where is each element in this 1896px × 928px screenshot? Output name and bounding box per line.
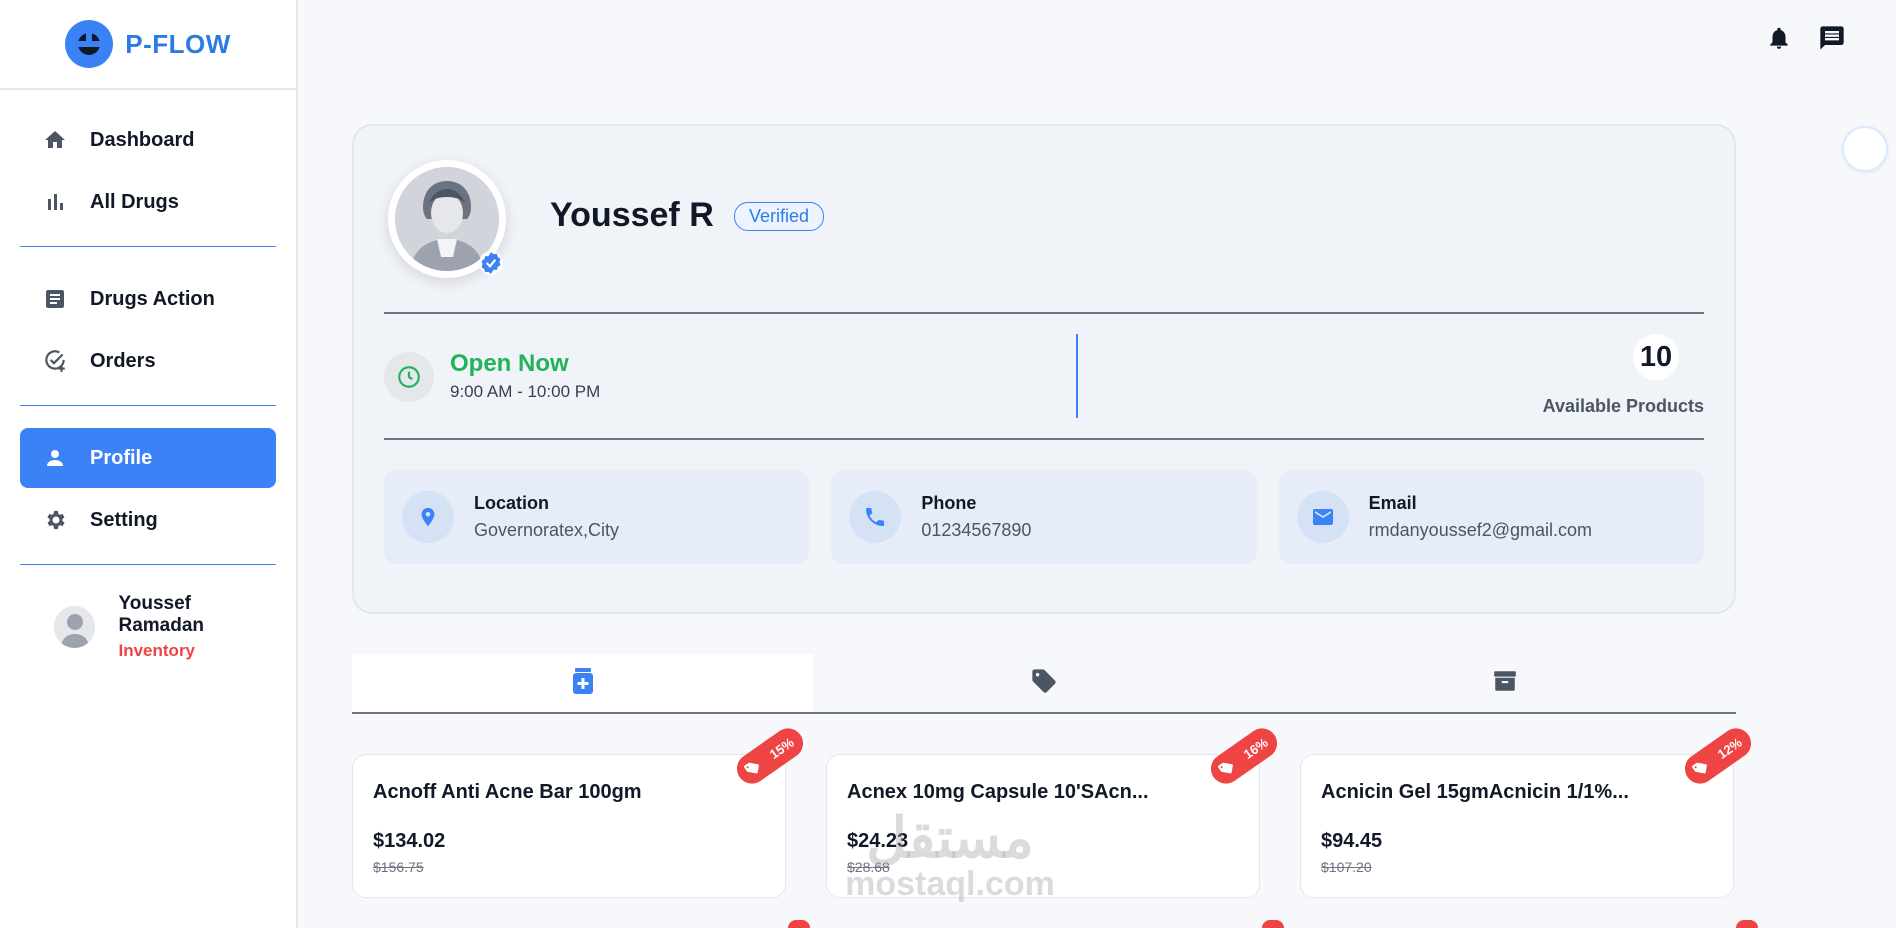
sidebar-item-label: Setting [90,508,158,531]
product-price: $24.23 [847,830,909,852]
tag-icon [1692,762,1707,774]
location-box: Location Governoratex,City [384,470,810,564]
product-price: $134.02 [373,830,446,852]
divider [384,312,1704,314]
sidebar-item-label: Profile [90,446,153,469]
sidebar-item-setting[interactable]: Setting [20,490,276,550]
user-info: Youssef Ramadan Inventory [119,593,277,661]
user-name: Youssef Ramadan [118,593,205,636]
email-value[interactable]: rmdanyoussef2@gmail.com [1369,520,1592,541]
products-count: 10 [1608,334,1704,380]
phone-box: Phone 01234567890 [831,470,1257,564]
medicine-bottle-icon [572,667,594,699]
person-icon [42,445,68,471]
tab-products[interactable] [352,654,814,712]
archive-icon [1492,668,1518,699]
document-icon [42,286,68,312]
moon-icon [1852,134,1878,165]
contact-info: Location Governoratex,City Phone 0123456… [384,470,1704,564]
email-title: Email [1368,493,1417,513]
discount-badge: 15% [731,722,809,790]
profile-avatar[interactable] [388,160,506,278]
sidebar-item-label: Orders [90,349,156,372]
products-count-value: 10 [1633,334,1679,380]
product-old-price: $107.20 [1321,859,1372,875]
user-role: Inventory [118,641,196,660]
tag-icon [744,762,759,774]
discount-badge-peek [1736,920,1758,928]
tab-offers[interactable] [813,654,1274,712]
vertical-divider [1076,334,1078,418]
nav-group: Profile Setting [20,406,276,565]
discount-badge: 12% [1679,722,1757,790]
profile-name: Youssef R [550,196,714,234]
open-status: Open Now [450,350,569,377]
nav-group: Dashboard All Drugs [20,90,276,247]
check-circle-add-icon [42,348,68,374]
product-name: Acnoff Anti Acne Bar 100gm [373,781,642,803]
product-list: 15% Acnoff Anti Acne Bar 100gm $134.02 $… [352,722,1757,898]
discount-badge-peek [788,920,810,928]
sidebar: P-FLOW Dashboard All Drugs Drugs Action … [0,0,298,928]
chat-icon[interactable] [1818,24,1848,54]
discount-value: 12% [1714,734,1745,762]
clock-icon [384,352,434,402]
product-old-price: $28.68 [847,859,890,875]
brand-logo[interactable]: P-FLOW [0,0,296,90]
tag-icon [1218,762,1233,774]
mail-icon [1296,491,1349,543]
sidebar-item-orders[interactable]: Orders [20,331,276,391]
product-card[interactable]: 12% Acnicin Gel 15gmAcnicin 1/1%... $94.… [1300,722,1757,898]
tab-archive[interactable] [1275,654,1736,712]
location-title: Location [474,493,549,513]
product-name: Acnicin Gel 15gmAcnicin 1/1%... [1321,781,1629,803]
sidebar-item-drugs-action[interactable]: Drugs Action [20,269,276,329]
email-box: Email rmdanyoussef2@gmail.com [1278,470,1704,564]
verified-badge: Verified [734,202,825,231]
discount-badge: 16% [1205,722,1283,790]
discount-value: 15% [766,734,797,762]
logo-icon [65,20,114,68]
tag-icon [1030,667,1058,700]
verified-check-icon [478,250,504,276]
sidebar-nav: Dashboard All Drugs Drugs Action Orders … [0,90,296,661]
sidebar-item-label: All Drugs [90,190,179,213]
sidebar-item-label: Drugs Action [90,287,215,310]
location-value: Governoratex,City [474,520,620,540]
product-price: $94.45 [1321,830,1383,852]
product-old-price: $156.75 [373,859,424,875]
phone-icon [849,491,902,543]
product-card[interactable]: 15% Acnoff Anti Acne Bar 100gm $134.02 $… [352,722,809,898]
brand-name: P-FLOW [125,28,231,59]
sidebar-item-label: Dashboard [90,128,195,151]
sidebar-item-all-drugs[interactable]: All Drugs [20,172,276,232]
product-tabs [352,654,1736,714]
product-card[interactable]: 16% Acnex 10mg Capsule 10'SAcn... $24.23… [826,722,1283,898]
profile-card: Youssef R Verified Open Now 9:00 AM - 10… [352,124,1736,614]
sidebar-item-profile[interactable]: Profile [20,428,276,488]
discount-value: 16% [1240,734,1271,762]
top-bar-actions [1766,24,1848,54]
products-count-label: Available Products [1542,396,1704,416]
divider [384,438,1704,440]
opening-hours: 9:00 AM - 10:00 PM [450,382,601,401]
sidebar-user[interactable]: Youssef Ramadan Inventory [20,565,276,661]
product-name: Acnex 10mg Capsule 10'SAcn... [847,781,1149,803]
phone-title: Phone [921,493,977,513]
sidebar-item-dashboard[interactable]: Dashboard [20,110,276,170]
bell-icon[interactable] [1766,24,1796,54]
phone-value[interactable]: 01234567890 [921,520,1031,541]
gear-icon [42,507,68,533]
home-icon [42,127,68,153]
theme-toggle-button[interactable] [1842,126,1888,172]
avatar [54,606,95,648]
bar-chart-icon [42,189,68,215]
location-pin-icon [402,491,454,543]
nav-group: Drugs Action Orders [20,247,276,406]
discount-badge-peek [1262,920,1284,928]
